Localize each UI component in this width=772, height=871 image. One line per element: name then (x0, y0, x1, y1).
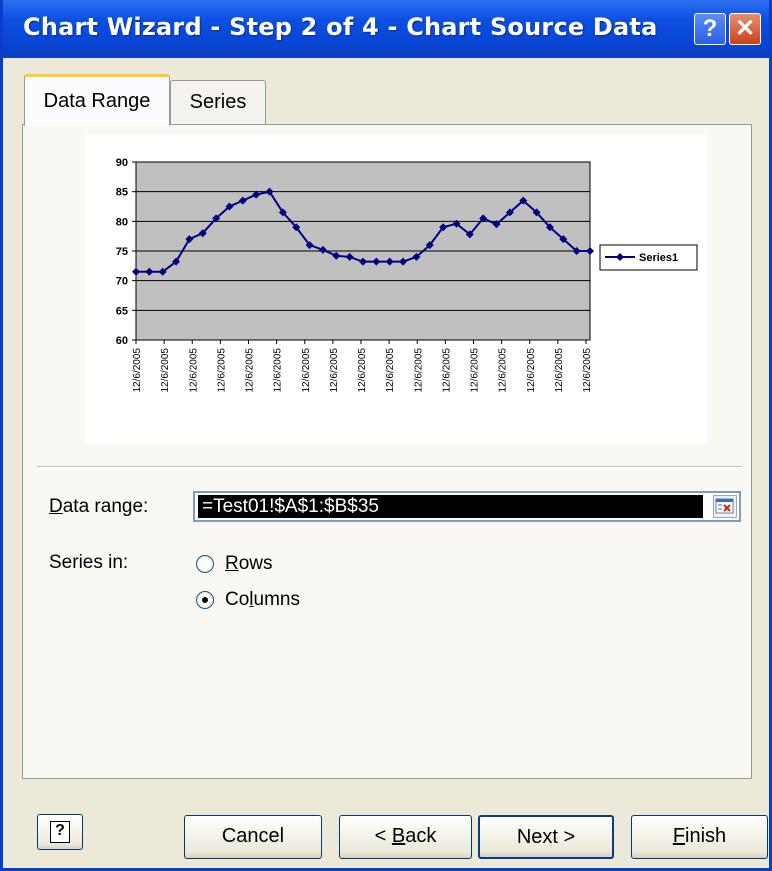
x-tick-label: 12/6/2005 (188, 348, 199, 393)
close-button[interactable]: ✕ (729, 13, 761, 45)
data-range-field[interactable]: =Test01!$A$1:$B$35 (193, 491, 741, 522)
back-button-rest: ack (405, 825, 437, 847)
x-tick-label: 12/6/2005 (582, 348, 593, 393)
y-tick-label: 60 (116, 335, 128, 347)
x-tick-label: 12/6/2005 (301, 348, 312, 393)
x-tick-label: 12/6/2005 (441, 348, 452, 393)
x-tick-label: 12/6/2005 (413, 348, 424, 393)
title-help-button[interactable]: ? (694, 13, 726, 45)
tab-data-range[interactable]: Data Range (24, 74, 170, 126)
rows-radio[interactable] (196, 555, 214, 573)
y-tick-label: 70 (116, 276, 128, 288)
y-tick-label: 75 (116, 246, 128, 258)
back-button-pre: < (374, 825, 392, 847)
x-tick-label: 12/6/2005 (160, 348, 171, 393)
columns-radio[interactable] (196, 591, 214, 609)
help-button[interactable]: ? (37, 814, 83, 850)
title-bar[interactable]: Chart Wizard - Step 2 of 4 - Chart Sourc… (3, 0, 769, 58)
data-range-label-accel: D (49, 496, 63, 517)
series-in-label: Series in: (49, 552, 129, 573)
cancel-button[interactable]: Cancel (184, 815, 322, 859)
data-range-value[interactable]: =Test01!$A$1:$B$35 (198, 495, 703, 518)
x-tick-label: 12/6/2005 (526, 348, 537, 393)
finish-button-rest: inish (685, 825, 727, 847)
x-tick-label: 12/6/2005 (554, 348, 565, 393)
rows-label[interactable]: Rows (225, 553, 273, 575)
x-tick-label: 12/6/2005 (132, 348, 143, 393)
data-range-label: Data range: (49, 496, 148, 518)
legend-label: Series1 (639, 252, 678, 264)
x-tick-label: 12/6/2005 (470, 348, 481, 393)
dialog-title: Chart Wizard - Step 2 of 4 - Chart Sourc… (23, 13, 658, 41)
data-range-label-rest: ata range: (62, 496, 149, 517)
rows-label-accel: R (225, 553, 239, 574)
x-tick-label: 12/6/2005 (385, 348, 396, 393)
help-icon: ? (50, 820, 70, 843)
chart-preview: 90 85 80 75 70 65 60 12/6/2005 12/6/2005 12/6/200… (85, 134, 707, 444)
columns-label[interactable]: Columns (225, 589, 300, 611)
x-tick-label: 12/6/2005 (498, 348, 509, 393)
back-button-accel: B (391, 825, 406, 847)
back-button[interactable]: < Back (339, 815, 472, 859)
y-tick-label: 65 (116, 305, 128, 317)
tab-series[interactable]: Series (170, 80, 266, 124)
x-tick-label: 12/6/2005 (273, 348, 284, 393)
columns-label-rest: umns (253, 589, 300, 610)
collapse-dialog-button[interactable] (713, 495, 737, 518)
x-tick-label: 12/6/2005 (216, 348, 227, 393)
rows-label-rest: ows (238, 553, 273, 574)
finish-button[interactable]: Finish (631, 815, 768, 859)
line-chart: 90 85 80 75 70 65 60 12/6/2005 12/6/2005 12/6/200… (116, 157, 698, 393)
separator-line (37, 466, 742, 468)
y-tick-label: 85 (116, 187, 128, 199)
next-button[interactable]: Next > (478, 815, 614, 859)
y-tick-label: 90 (116, 157, 128, 169)
columns-label-pre: Co (225, 589, 250, 610)
x-tick-label: 12/6/2005 (329, 348, 340, 393)
x-tick-label: 12/6/2005 (245, 348, 256, 393)
radio-selected-dot (202, 597, 208, 603)
y-tick-label: 80 (116, 216, 128, 228)
finish-button-accel: F (672, 825, 686, 847)
chart-wizard-dialog: Chart Wizard - Step 2 of 4 - Chart Sourc… (0, 0, 772, 871)
x-tick-label: 12/6/2005 (357, 348, 368, 393)
collapse-dialog-icon (715, 498, 734, 514)
